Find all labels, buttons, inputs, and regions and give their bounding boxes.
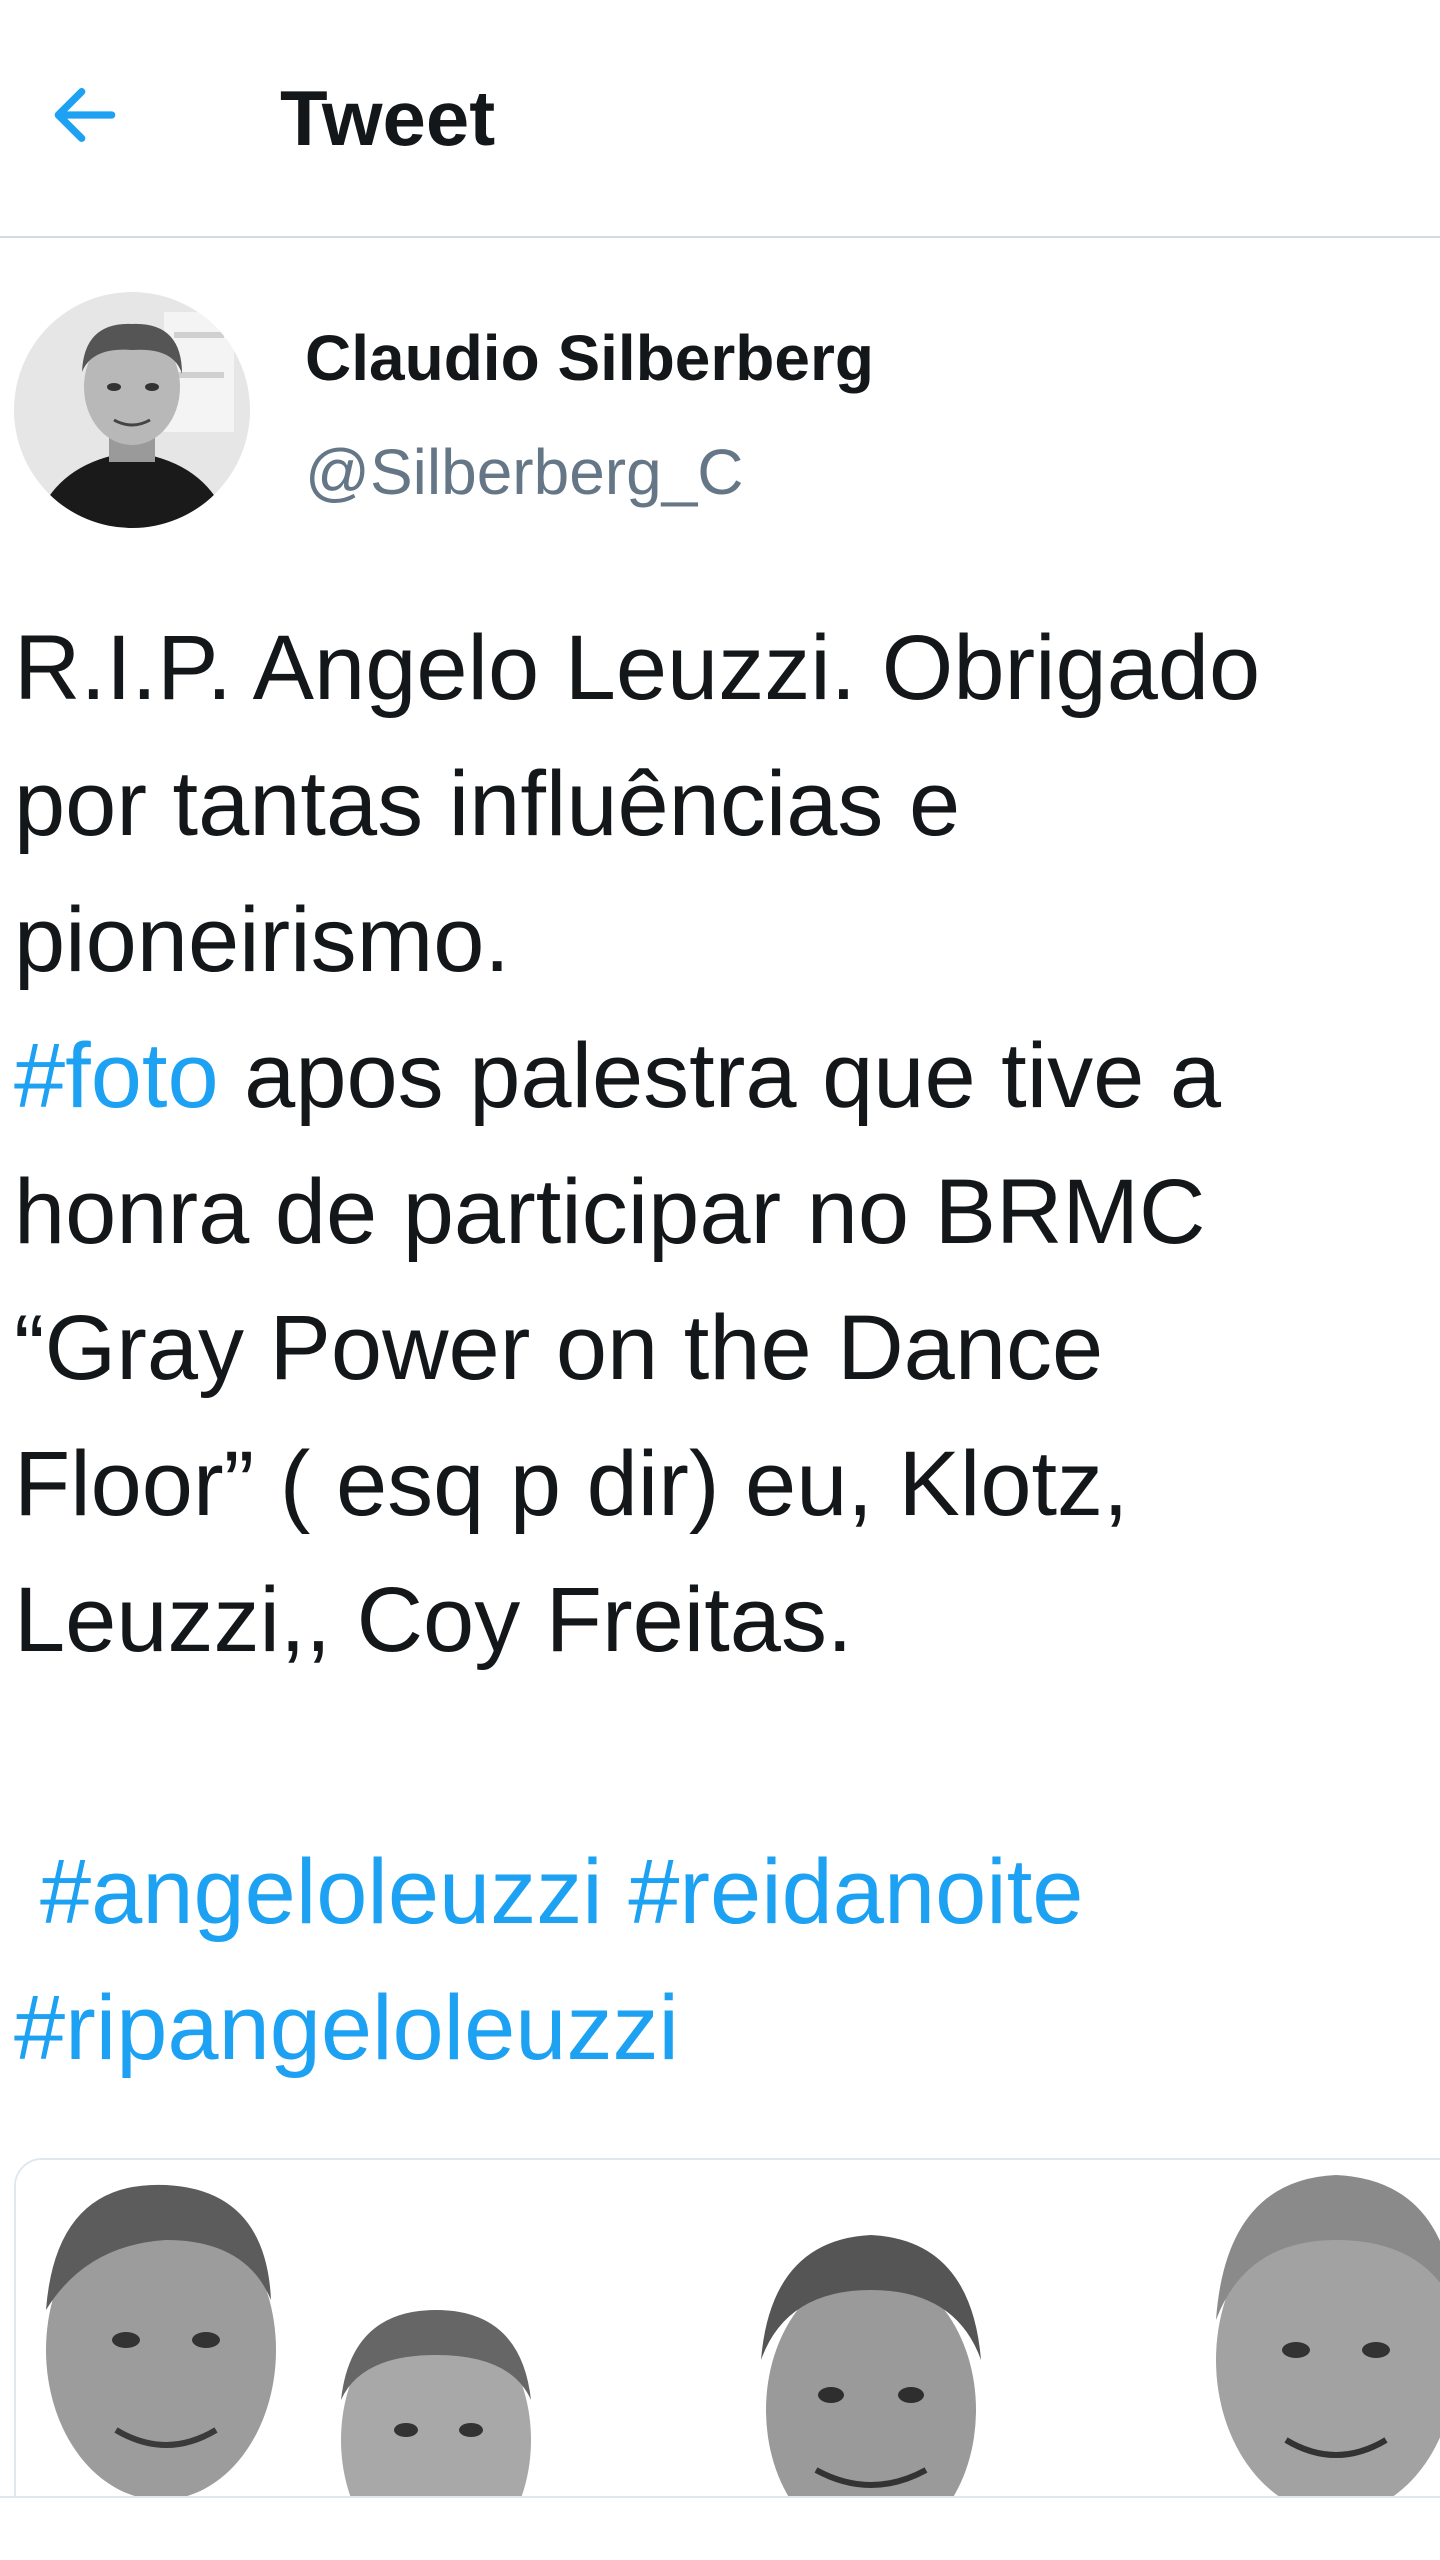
bottom-bar [0, 2496, 1440, 2560]
hashtag-reidanoite[interactable]: #reidanoite [628, 1841, 1083, 1943]
tweet-line: pioneirismo. [14, 889, 510, 991]
tweet-line: R.I.P. Angelo Leuzzi. Obrigado [14, 617, 1261, 719]
hashtag-foto[interactable]: #foto [14, 1025, 219, 1127]
hashtag-angeloleuzzi[interactable]: #angeloleuzzi [40, 1841, 603, 1943]
photo-person [341, 2310, 531, 2498]
tweet-photo[interactable] [14, 2158, 1440, 2498]
tweet-line: por tantas influências e [14, 753, 961, 855]
tweet-line: Leuzzi,, Coy Freitas. [14, 1569, 853, 1671]
photo-person [1216, 2175, 1440, 2498]
author-name[interactable]: Claudio Silberberg [305, 318, 874, 398]
app-header: Tweet [0, 0, 1440, 238]
page-title: Tweet [280, 74, 496, 162]
author-handle[interactable]: @Silberberg_C [305, 432, 744, 512]
back-button[interactable] [30, 60, 140, 170]
arrow-left-icon [54, 88, 116, 142]
photo-person [761, 2235, 981, 2498]
tweet-line: #ripangeloleuzzi [14, 1960, 1434, 2096]
tweet-line: #foto apos palestra que tive a [14, 1008, 1434, 1144]
hashtag-ripangeloleuzzi[interactable]: #ripangeloleuzzi [14, 1977, 679, 2079]
tweet-text: R.I.P. Angelo Leuzzi. Obrigado por tanta… [14, 600, 1434, 2096]
tweet-line: Floor” ( esq p dir) eu, Klotz, [14, 1433, 1129, 1535]
tweet-line: honra de participar no BRMC [14, 1161, 1206, 1263]
tweet-line-text: apos palestra que tive a [218, 1025, 1222, 1127]
tweet-line: “Gray Power on the Dance [14, 1297, 1104, 1399]
avatar[interactable] [14, 292, 250, 528]
tweet-line: #angeloleuzzi #reidanoite [14, 1824, 1434, 1960]
photo-person [46, 2184, 276, 2498]
